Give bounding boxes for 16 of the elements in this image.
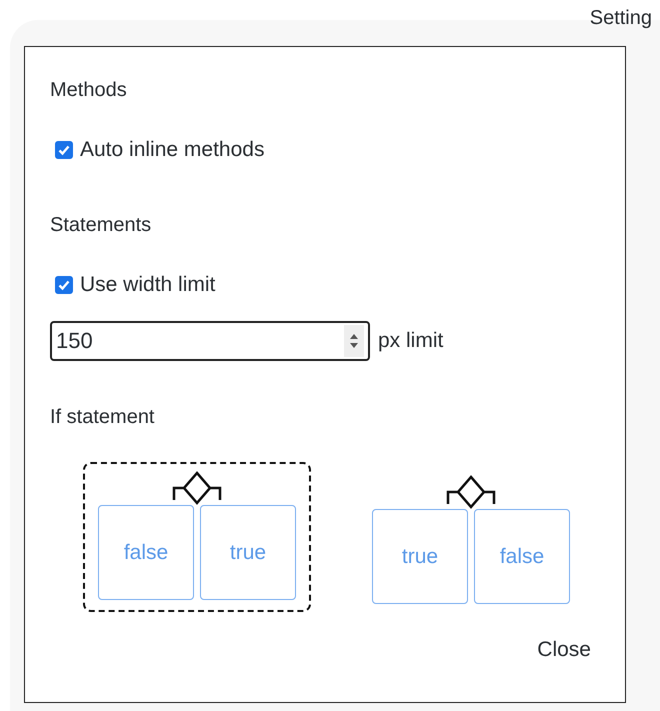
unit-label: px limit xyxy=(378,329,444,353)
close-button[interactable]: Close xyxy=(533,634,595,666)
branch-box: false xyxy=(98,505,194,600)
number-field[interactable]: 150 xyxy=(50,321,370,361)
checkbox[interactable]: Auto inline methods xyxy=(55,138,264,162)
section-heading: Methods xyxy=(50,79,128,102)
branch-box: true xyxy=(372,509,468,604)
checkbox[interactable]: Use width limit xyxy=(55,273,216,297)
section-heading: Statements xyxy=(50,214,152,237)
window-title: Setting xyxy=(590,6,652,30)
section-heading: If statement xyxy=(50,406,156,429)
checkbox-icon[interactable] xyxy=(55,276,73,294)
spinner-icon[interactable] xyxy=(344,325,364,357)
checkbox-icon[interactable] xyxy=(55,141,73,159)
branch-box: true xyxy=(200,505,296,600)
branch-box: false xyxy=(474,509,570,604)
